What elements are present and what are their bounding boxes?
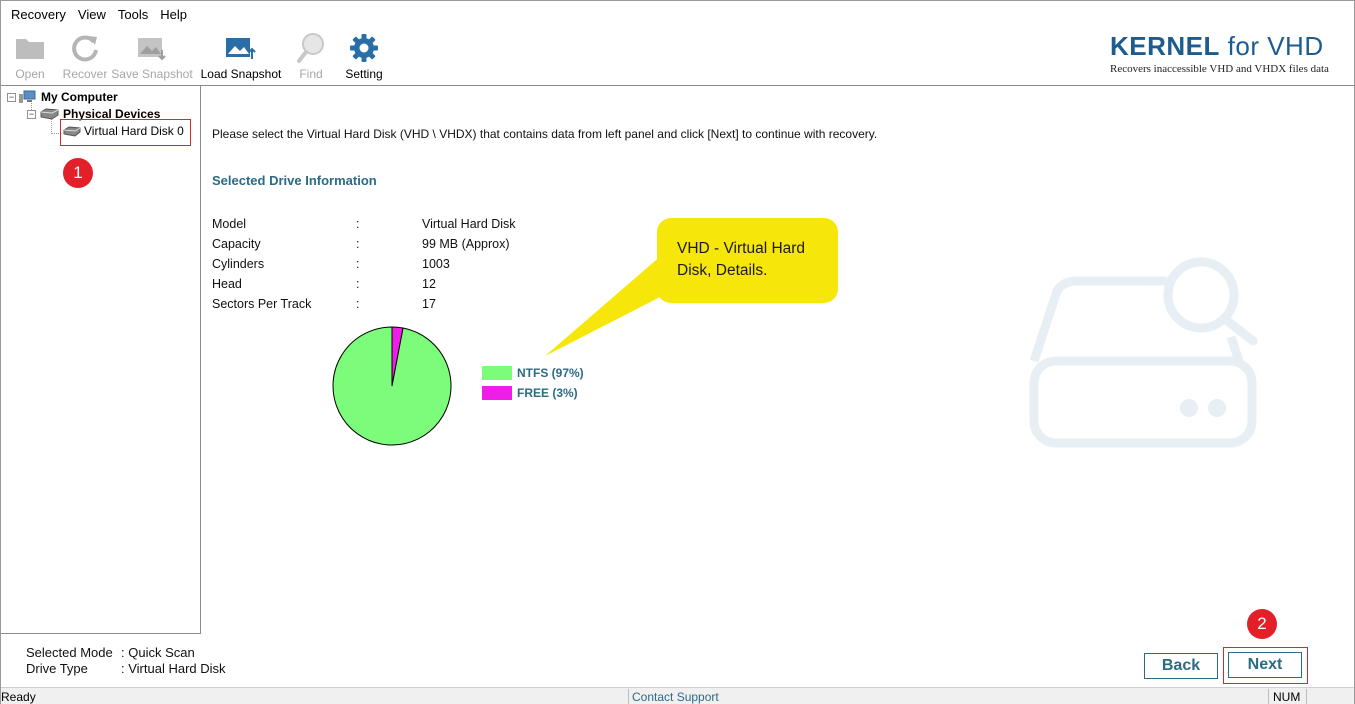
contact-support-link[interactable]: Contact Support xyxy=(632,690,719,704)
drive-type-label: Drive Type xyxy=(26,661,88,676)
info-row-capacity: Capacity : 99 MB (Approx) xyxy=(212,237,542,255)
info-row-sectors: Sectors Per Track : 17 xyxy=(212,297,542,315)
selected-mode-label: Selected Mode xyxy=(26,645,113,660)
legend-label-free: FREE (3%) xyxy=(517,386,578,400)
find-button[interactable]: Find xyxy=(289,29,333,81)
gear-icon xyxy=(347,32,381,64)
drive-type-value: : Virtual Hard Disk xyxy=(121,661,226,676)
info-row-model: Model : Virtual Hard Disk xyxy=(212,217,542,235)
load-snapshot-label: Load Snapshot xyxy=(200,67,282,81)
legend-swatch-ntfs xyxy=(482,366,512,380)
info-value: 12 xyxy=(422,277,436,291)
open-label: Open xyxy=(15,67,45,81)
status-num: NUM xyxy=(1273,690,1301,704)
pie-slice-ntfs xyxy=(332,326,452,446)
info-label: Cylinders xyxy=(212,257,265,271)
save-snapshot-icon xyxy=(135,32,169,64)
collapse-icon[interactable]: − xyxy=(27,109,36,119)
recover-button[interactable]: Recover xyxy=(59,29,111,81)
load-snapshot-button[interactable]: Load Snapshot xyxy=(193,29,289,81)
menu-bar: Recovery View Tools Help xyxy=(1,1,1354,27)
info-label: Model xyxy=(212,217,247,231)
folder-icon xyxy=(13,32,47,64)
brand-name-bold: KERNEL xyxy=(1110,31,1220,61)
drive-search-icon xyxy=(1029,257,1258,448)
status-divider xyxy=(628,689,629,704)
info-value: 1003 xyxy=(422,257,450,271)
info-value: 17 xyxy=(422,297,436,311)
info-label: Head xyxy=(212,277,242,291)
toolbar: Open Recover Save Snapshot Load Snapshot… xyxy=(1,29,395,85)
info-row-cylinders: Cylinders : 1003 xyxy=(212,257,542,275)
collapse-icon[interactable]: − xyxy=(7,92,16,102)
recover-label: Recover xyxy=(62,67,108,81)
search-icon xyxy=(294,32,328,64)
info-row-head: Head : 12 xyxy=(212,277,542,295)
section-title: Selected Drive Information xyxy=(212,173,377,188)
status-ready: Ready xyxy=(1,690,36,704)
info-label: Sectors Per Track xyxy=(212,297,312,311)
refresh-icon xyxy=(68,32,102,64)
status-divider xyxy=(1268,689,1269,704)
legend-ntfs: NTFS (97%) xyxy=(482,366,584,380)
menu-view[interactable]: View xyxy=(72,7,112,22)
selected-mode-row: Selected Mode : Quick Scan xyxy=(26,645,256,662)
brand-tagline: Recovers inaccessible VHD and VHDX files… xyxy=(1110,63,1329,75)
toolbar-divider xyxy=(1,85,1354,86)
info-separator: : xyxy=(356,257,360,271)
info-value: 99 MB (Approx) xyxy=(422,237,510,251)
partition-pie-chart xyxy=(332,326,452,446)
setting-button[interactable]: Setting xyxy=(333,29,395,81)
next-button[interactable]: Next xyxy=(1228,652,1302,678)
computer-icon xyxy=(19,90,36,103)
info-separator: : xyxy=(356,237,360,251)
selected-mode-value: : Quick Scan xyxy=(121,645,195,660)
instruction-text: Please select the Virtual Hard Disk (VHD… xyxy=(212,127,878,141)
save-snapshot-button[interactable]: Save Snapshot xyxy=(111,29,193,81)
brand-name-rest: for VHD xyxy=(1219,31,1324,61)
info-value: Virtual Hard Disk xyxy=(422,217,516,231)
drive-icon xyxy=(40,108,59,120)
app-window: Recovery View Tools Help Open Recover Sa… xyxy=(0,0,1355,704)
info-separator: : xyxy=(356,297,360,311)
info-separator: : xyxy=(356,277,360,291)
legend-label-ntfs: NTFS (97%) xyxy=(517,366,584,380)
callout-pointer xyxy=(545,254,666,356)
drive-type-row: Drive Type : Virtual Hard Disk xyxy=(26,661,256,678)
callout-note: VHD - Virtual Hard Disk, Details. xyxy=(657,218,838,303)
brand-logo: KERNEL for VHD Recovers inaccessible VHD… xyxy=(1110,31,1352,75)
step-1-highlight xyxy=(60,119,191,146)
back-button[interactable]: Back xyxy=(1144,653,1218,679)
brand-name: KERNEL for VHD xyxy=(1110,31,1352,62)
info-separator: : xyxy=(356,217,360,231)
save-snapshot-label: Save Snapshot xyxy=(111,67,193,81)
menu-help[interactable]: Help xyxy=(154,7,193,22)
find-label: Find xyxy=(299,67,323,81)
legend-free: FREE (3%) xyxy=(482,386,578,400)
setting-label: Setting xyxy=(345,67,383,81)
status-bar: Ready Contact Support NUM xyxy=(1,687,1354,704)
step-1-badge: 1 xyxy=(63,158,93,188)
tree-node-my-computer[interactable]: − My Computer xyxy=(7,90,118,104)
step-2-badge: 2 xyxy=(1247,609,1277,639)
device-tree-panel: − My Computer − Physical Devices Virtual… xyxy=(1,86,201,704)
menu-tools[interactable]: Tools xyxy=(112,7,154,22)
info-label: Capacity xyxy=(212,237,261,251)
legend-swatch-free xyxy=(482,386,512,400)
status-divider xyxy=(1306,689,1307,704)
open-button[interactable]: Open xyxy=(1,29,59,81)
tree-label-my-computer: My Computer xyxy=(41,90,118,104)
load-snapshot-icon xyxy=(224,32,258,64)
menu-recovery[interactable]: Recovery xyxy=(5,7,72,22)
